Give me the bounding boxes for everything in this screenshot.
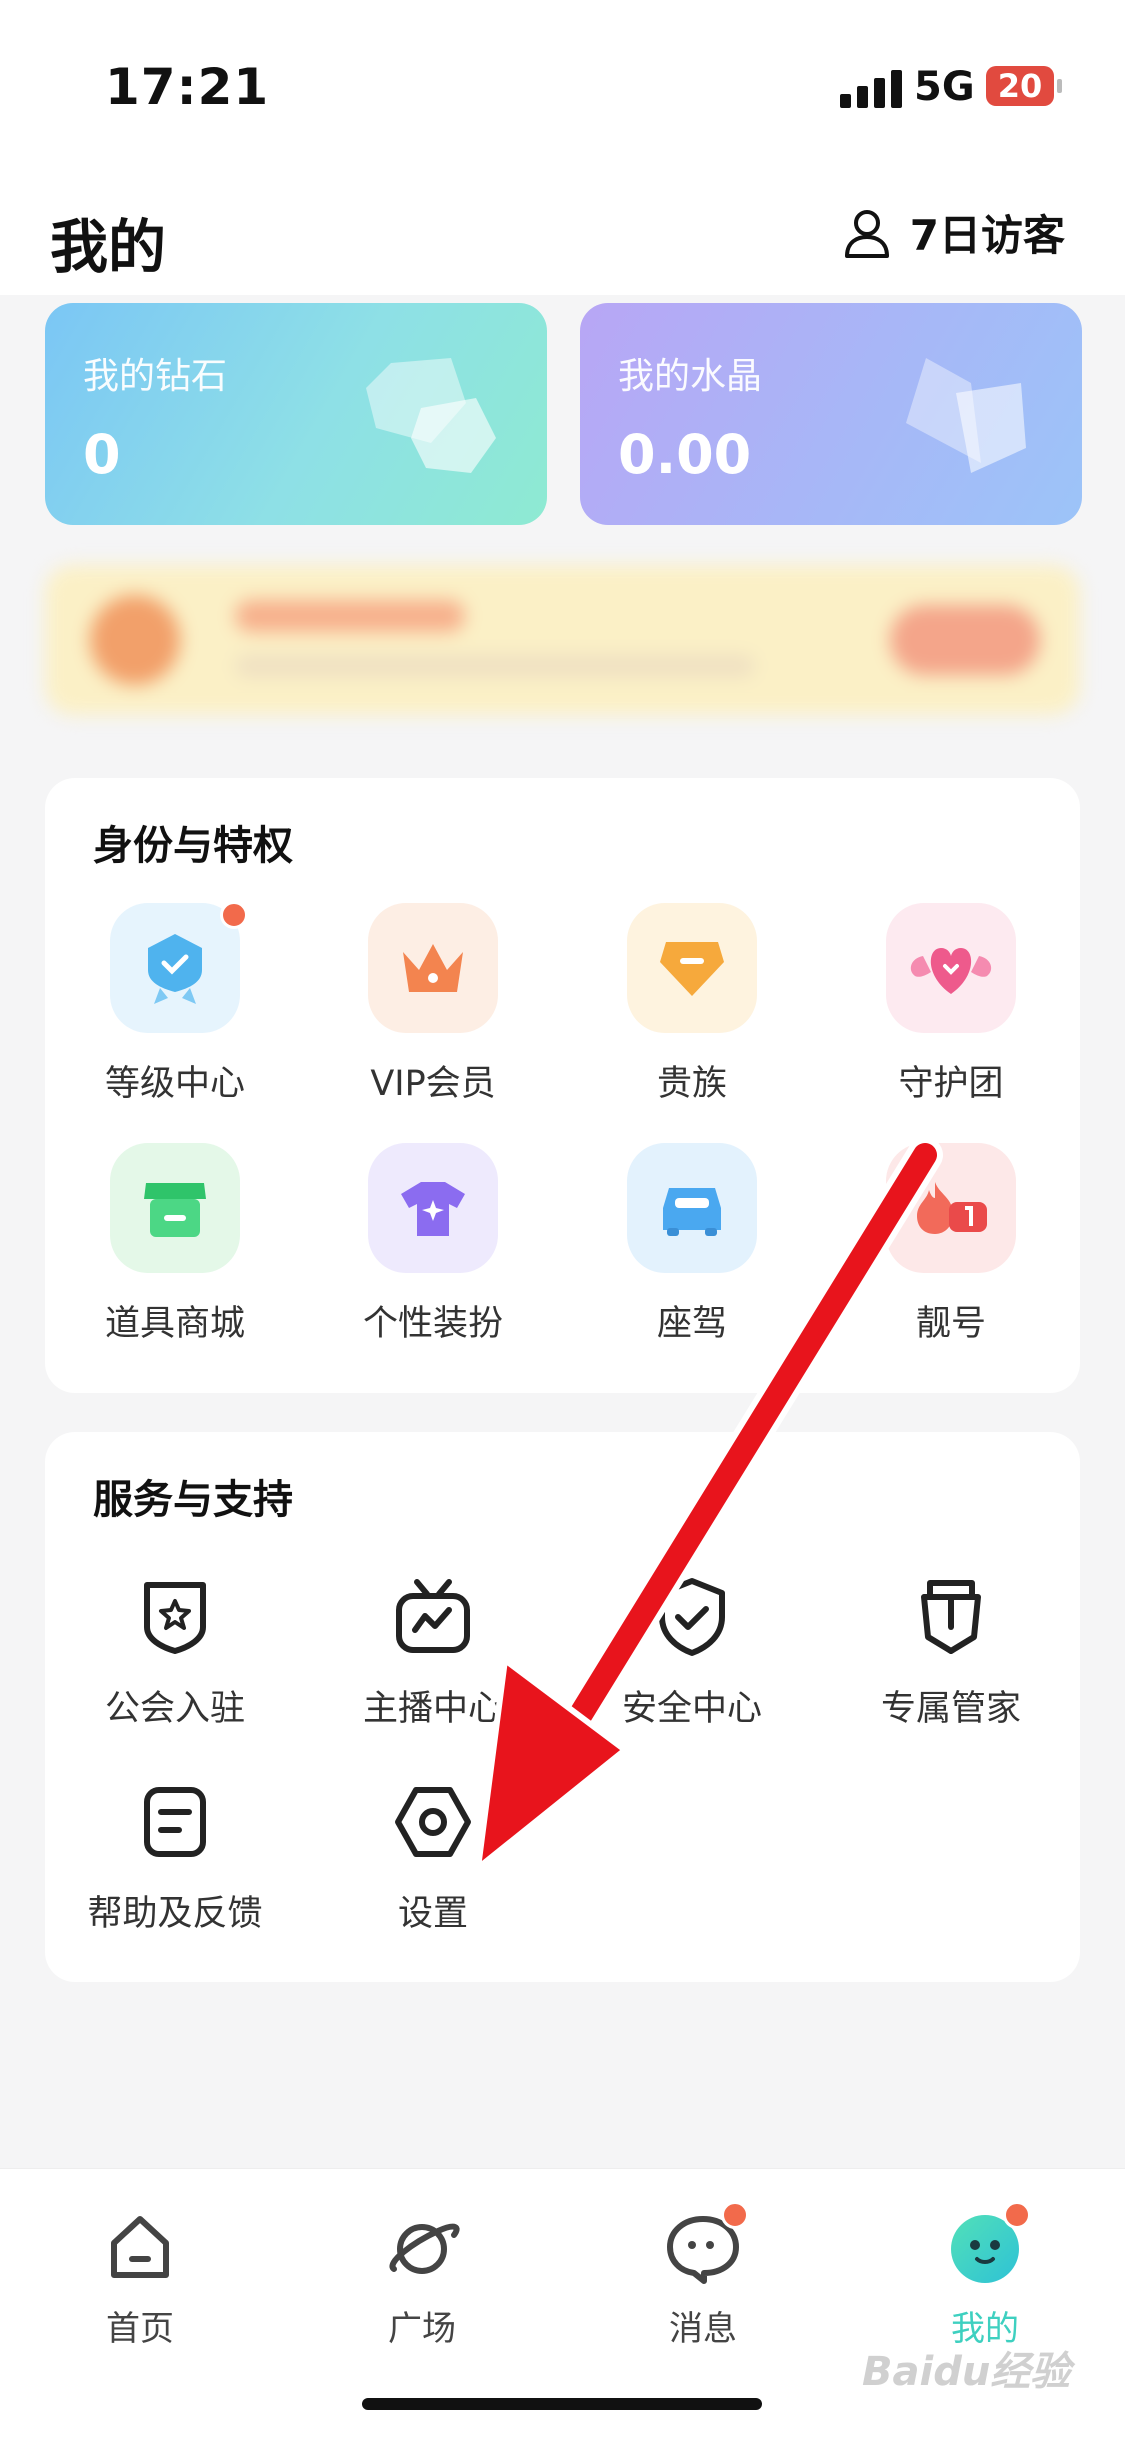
item-label: 道具商城 (104, 1304, 245, 1344)
home-icon (100, 2209, 180, 2289)
battery-icon: 20 (986, 66, 1062, 106)
grid-item-noble[interactable]: 贵族 (562, 903, 822, 1106)
item-label: 守护团 (898, 1064, 1004, 1104)
diamond-card[interactable]: 我的钻石 0 (45, 303, 547, 525)
tab-label: 首页 (106, 2309, 174, 2349)
tab-me[interactable]: 我的 (885, 2201, 1085, 2350)
item-label: 公会入驻 (104, 1689, 245, 1729)
planet-icon (382, 2209, 462, 2289)
item-label: 设置 (397, 1894, 468, 1934)
crystal-value: 0.00 (618, 423, 752, 486)
grid-item-guard[interactable]: 守护团 (821, 903, 1081, 1106)
item-label: 等级中心 (104, 1064, 245, 1104)
status-time: 17:21 (105, 58, 270, 116)
item-label: 专属管家 (880, 1689, 1021, 1729)
services-title: 服务与支持 (93, 1477, 293, 1523)
tab-bar: 首页 广场 消息 我的 Baidu经验 (0, 2168, 1125, 2437)
home-indicator (362, 2398, 762, 2410)
promo-banner[interactable] (45, 565, 1080, 715)
network-type: 5G (914, 64, 975, 110)
visitors-label: 7日访客 (909, 211, 1065, 260)
status-bar: 17:21 5G 20 (0, 0, 1125, 170)
grid-item-level-center[interactable]: 等级中心 (45, 901, 305, 1106)
diamond-label: 我的钻石 (83, 356, 228, 397)
item-label: VIP会员 (370, 1064, 496, 1104)
grid-item-guild[interactable]: 公会入驻 (45, 1572, 305, 1731)
grid-item-car[interactable]: 座驾 (562, 1143, 822, 1346)
crystal-card[interactable]: 我的水晶 0.00 (580, 303, 1082, 525)
grid-item-shop[interactable]: 道具商城 (45, 1143, 305, 1346)
page-title: 我的 (50, 213, 167, 281)
butler-tag-icon (906, 1572, 996, 1662)
person-icon (844, 209, 889, 258)
item-label: 帮助及反馈 (87, 1894, 263, 1934)
tv-icon (388, 1572, 478, 1662)
item-label: 个性装扮 (362, 1304, 503, 1344)
item-label: 座驾 (656, 1304, 727, 1344)
grid-item-anchor-center[interactable]: 主播中心 (303, 1572, 563, 1731)
crystal-icon (906, 358, 1026, 473)
grid-item-settings[interactable]: 设置 (303, 1777, 563, 1936)
feedback-icon (130, 1777, 220, 1867)
winged-heart-icon (886, 903, 1016, 1033)
services-section: 服务与支持 公会入驻 主播中心 安全中心 专属管家 帮助及反馈 设置 (45, 1432, 1080, 1982)
notification-dot (1003, 2201, 1031, 2229)
grid-item-dressup[interactable]: 个性装扮 (303, 1143, 563, 1346)
shop-icon (110, 1143, 240, 1273)
notification-dot (220, 901, 248, 929)
grid-item-security[interactable]: 安全中心 (562, 1572, 822, 1731)
security-shield-icon (647, 1572, 737, 1662)
message-icon (663, 2201, 749, 2289)
diamond-icon (366, 358, 496, 473)
item-label: 安全中心 (621, 1689, 762, 1729)
tab-home[interactable]: 首页 (40, 2209, 240, 2350)
grid-item-help-feedback[interactable]: 帮助及反馈 (45, 1777, 305, 1936)
identity-title: 身份与特权 (93, 823, 293, 869)
crown-icon (368, 903, 498, 1033)
item-label: 靓号 (915, 1304, 986, 1344)
grid-item-pretty-number[interactable]: 靓号 (821, 1143, 1081, 1346)
diamond-value: 0 (83, 423, 121, 486)
identity-section: 身份与特权 等级中心 VIP会员 贵族 守护团 道具商城 个性装扮 座驾 靓号 (45, 778, 1080, 1393)
tab-label: 消息 (669, 2309, 737, 2349)
shirt-icon (368, 1143, 498, 1273)
noble-gem-icon (627, 903, 757, 1033)
visitors-button[interactable]: 7日访客 (840, 202, 1065, 263)
page-header: 我的 7日访客 (0, 170, 1125, 295)
notification-dot (721, 2201, 749, 2229)
crystal-label: 我的水晶 (618, 356, 763, 397)
level-badge-icon (110, 901, 248, 1033)
tab-messages[interactable]: 消息 (603, 2201, 803, 2350)
item-label: 主播中心 (362, 1689, 503, 1729)
settings-hexagon-icon (388, 1777, 478, 1867)
tab-label: 广场 (388, 2309, 456, 2349)
grid-item-butler[interactable]: 专属管家 (821, 1572, 1081, 1731)
guild-shield-icon (130, 1572, 220, 1662)
fire-number-icon (886, 1143, 1016, 1273)
item-label: 贵族 (656, 1064, 727, 1104)
watermark: Baidu经验 (862, 2349, 1071, 2395)
tab-square[interactable]: 广场 (322, 2209, 522, 2350)
signal-icon (840, 70, 902, 108)
grid-item-vip[interactable]: VIP会员 (303, 903, 563, 1106)
car-icon (627, 1143, 757, 1273)
profile-avatar-icon (945, 2201, 1031, 2289)
